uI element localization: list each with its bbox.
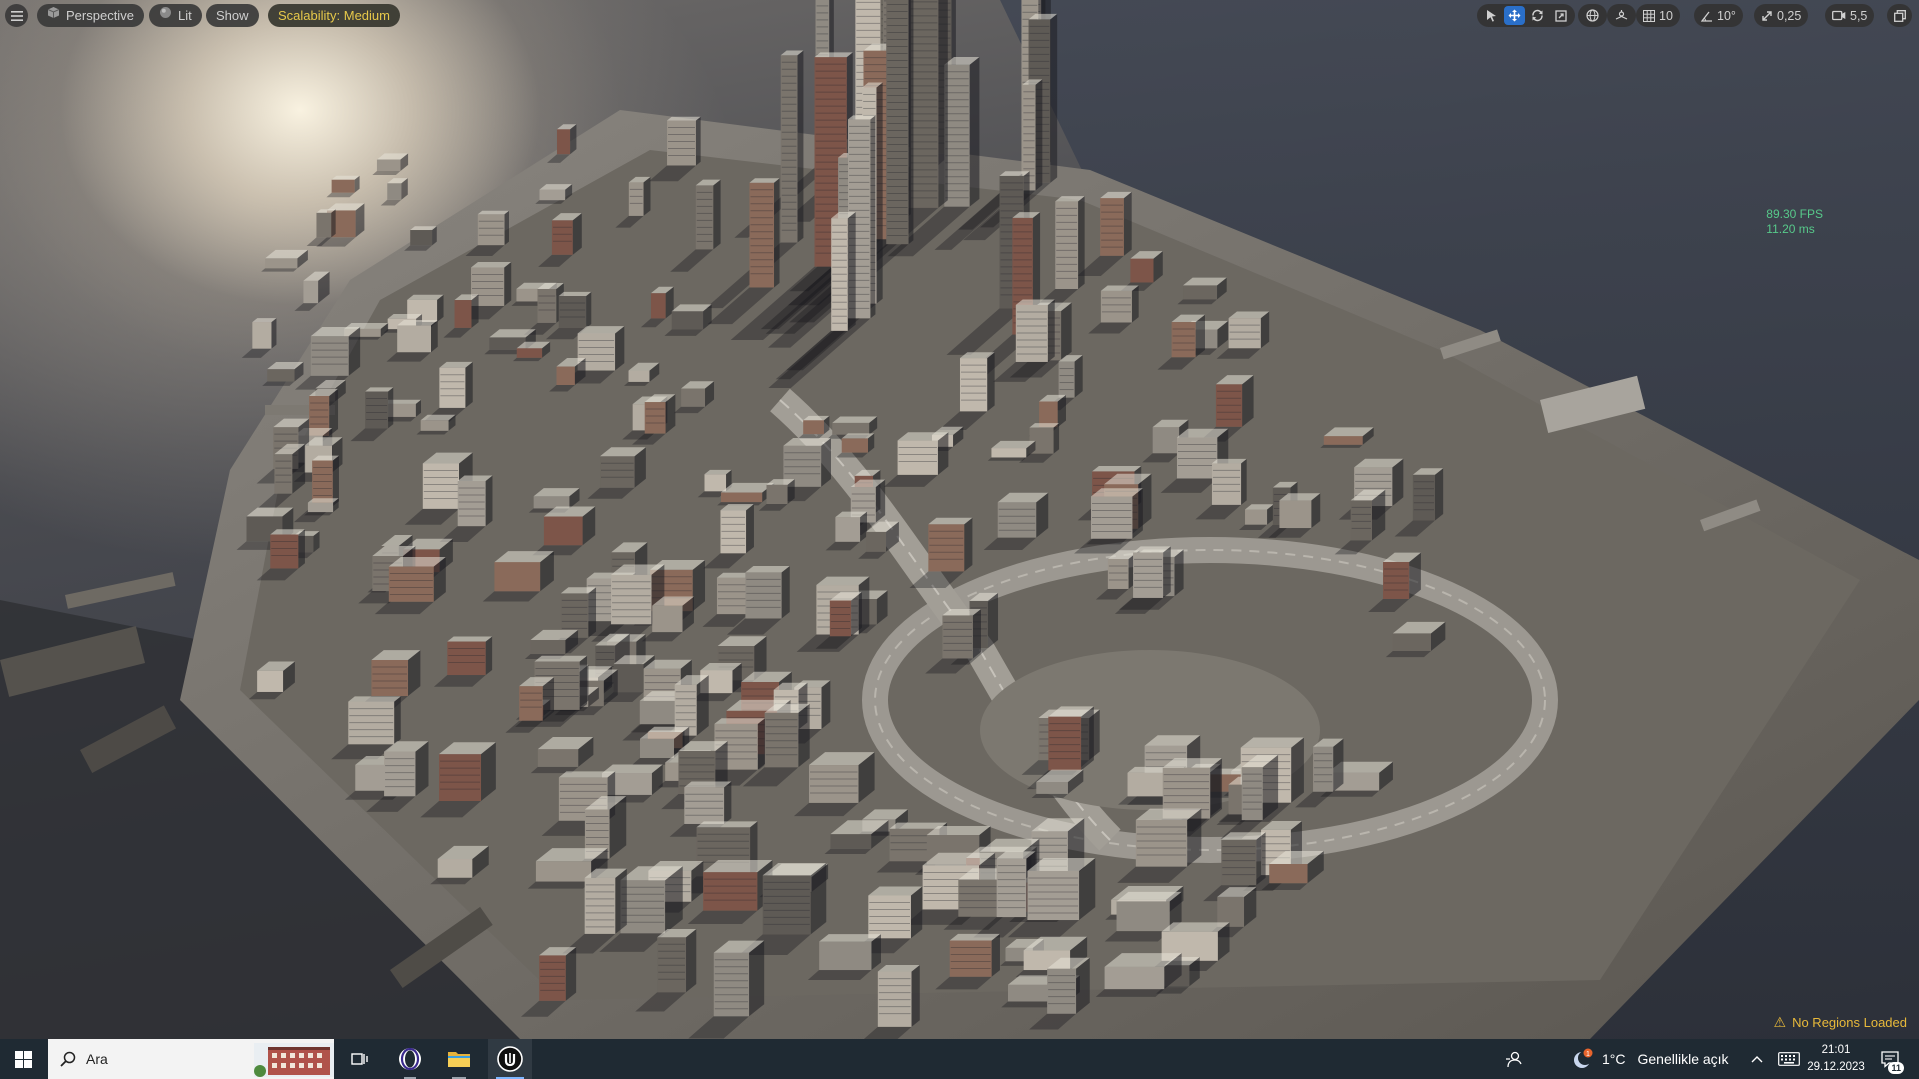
no-regions-message: No Regions Loaded (1792, 1015, 1907, 1030)
building (294, 271, 330, 311)
grid-snap-group: 10 (1636, 4, 1680, 27)
scale-snap-group: 0,25 (1754, 4, 1809, 27)
taskbar-app-opera[interactable] (390, 1039, 430, 1079)
taskbar-app-file-explorer[interactable] (438, 1039, 480, 1079)
search-icon (60, 1051, 76, 1067)
clock-time: 21:01 (1821, 1044, 1851, 1056)
perspective-button[interactable]: Perspective (37, 4, 144, 27)
task-view-button[interactable] (340, 1039, 380, 1079)
rotation-snap-group: 10° (1694, 4, 1743, 27)
screen: Perspective Lit Show Scalability: Medium (0, 0, 1919, 1079)
file-explorer-icon (448, 1052, 470, 1067)
lit-label: Lit (178, 8, 192, 23)
fps-readout: 89.30 FPS (1766, 207, 1823, 221)
start-button[interactable] (0, 1039, 46, 1079)
weather-moon-icon: 1 (1574, 1048, 1593, 1068)
pier (65, 572, 176, 609)
frame-time-readout: 11.20 ms (1766, 222, 1815, 236)
scale-icon (1554, 9, 1567, 22)
windows-taskbar: Ara 1 1°C Genellikle açık 21:01 29.12.20… (0, 1039, 1919, 1079)
notification-count-badge: 11 (1888, 1062, 1904, 1074)
viewport-menu-button[interactable] (5, 4, 28, 27)
show-hidden-icons-button[interactable] (1745, 1039, 1769, 1079)
weather-widget[interactable]: 1 1°C Genellikle açık (1572, 1039, 1729, 1079)
task-view-icon (351, 1053, 368, 1065)
building (241, 318, 277, 358)
scale-tool-button[interactable] (1550, 6, 1571, 25)
translate-tool-button[interactable] (1504, 6, 1525, 25)
building (372, 153, 409, 176)
angle-icon (1701, 11, 1712, 22)
system-clock[interactable]: 21:01 29.12.2023 (1806, 1042, 1866, 1076)
scalability-button[interactable]: Scalability: Medium (268, 4, 400, 27)
video-camera-icon (1832, 10, 1846, 21)
transform-tools-group (1477, 4, 1575, 27)
scale-snap-button[interactable]: 0,25 (1758, 6, 1804, 25)
hamburger-menu-icon (10, 10, 23, 21)
select-tool-button[interactable] (1481, 6, 1502, 25)
building (261, 249, 308, 272)
scalability-label: Scalability: Medium (278, 8, 390, 23)
scale-snap-value: 0,25 (1777, 8, 1802, 23)
rotate-tool-button[interactable] (1527, 6, 1548, 25)
opera-icon (399, 1047, 421, 1071)
maximize-viewport-group (1887, 4, 1912, 27)
camera-speed-group: 5,5 (1825, 4, 1875, 27)
coordinate-space-group (1578, 4, 1607, 27)
building (380, 178, 408, 206)
sphere-icon (159, 4, 172, 27)
show-button[interactable]: Show (206, 4, 259, 27)
building (326, 175, 360, 198)
globe-icon (1586, 9, 1599, 22)
cube-icon (47, 4, 60, 27)
scale-arrow-icon (1762, 10, 1772, 21)
surface-snapping-group (1607, 4, 1636, 27)
rotation-snap-value: 10° (1717, 8, 1736, 23)
camera-speed-button[interactable]: 5,5 (1829, 6, 1870, 25)
rotate-icon (1532, 9, 1543, 22)
surface-snapping-button[interactable] (1611, 6, 1632, 25)
unreal-engine-icon (497, 1046, 523, 1072)
stat-fps-overlay: 89.30 FPS 11.20 ms (1766, 207, 1823, 237)
surface-snap-icon (1615, 10, 1628, 20)
world-space-button[interactable] (1582, 6, 1603, 25)
chevron-up-icon (1751, 1056, 1763, 1063)
touch-keyboard-button[interactable] (1772, 1039, 1806, 1079)
city-scene[interactable] (0, 0, 1919, 1039)
people-button[interactable] (1494, 1039, 1534, 1079)
clock-date: 29.12.2023 (1807, 1061, 1865, 1073)
rotation-snap-button[interactable]: 10° (1698, 6, 1739, 25)
cursor-arrow-icon (1487, 10, 1496, 22)
restore-viewport-icon (1893, 9, 1906, 22)
weather-description: Genellikle açık (1637, 1051, 1729, 1067)
camera-speed-value: 5,5 (1850, 8, 1868, 23)
show-label: Show (216, 8, 249, 23)
world-partition-status: ⚠ No Regions Loaded (1774, 1014, 1907, 1031)
windows-logo-icon (14, 1050, 32, 1068)
grid-icon (1643, 9, 1655, 22)
weather-temperature: 1°C (1602, 1051, 1626, 1067)
search-highlight-image (254, 1043, 334, 1077)
svg-text:1: 1 (1586, 1051, 1590, 1058)
move-arrows-icon (1508, 9, 1521, 22)
grid-snap-value: 10 (1659, 8, 1673, 23)
people-icon (1506, 1051, 1522, 1068)
view-mode-lit-button[interactable]: Lit (149, 4, 202, 27)
grid-snap-button[interactable]: 10 (1640, 6, 1676, 25)
taskbar-search-input[interactable]: Ara (48, 1039, 334, 1079)
action-center-button[interactable]: 11 (1870, 1039, 1910, 1079)
warning-icon: ⚠ (1773, 1014, 1787, 1030)
search-placeholder: Ara (86, 1051, 108, 1067)
taskbar-app-unreal-engine[interactable] (488, 1039, 532, 1079)
maximize-viewport-button[interactable] (1890, 6, 1909, 25)
keyboard-icon (1778, 1052, 1800, 1066)
perspective-label: Perspective (66, 8, 134, 23)
level-viewport[interactable]: Perspective Lit Show Scalability: Medium (0, 0, 1919, 1039)
